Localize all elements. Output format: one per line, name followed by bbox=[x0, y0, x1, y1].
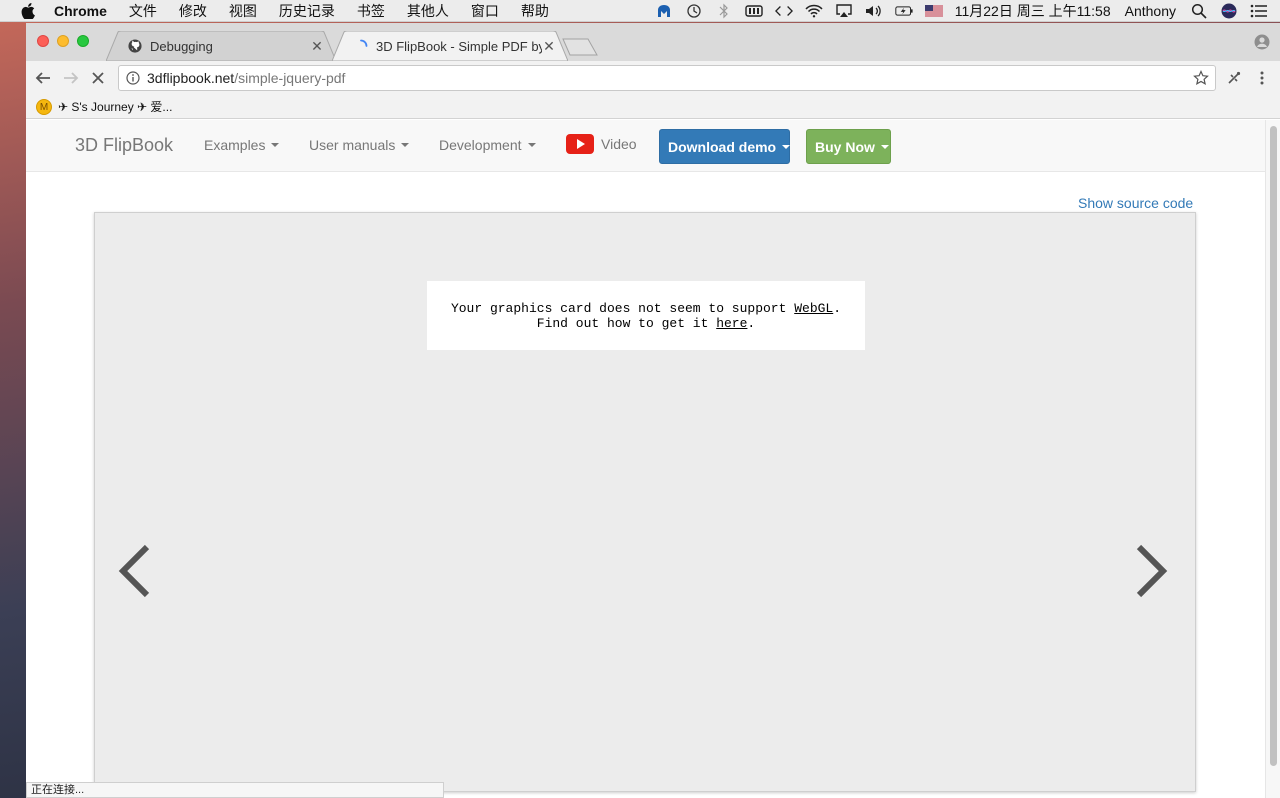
bookmarks-bar: M ✈ S's Journey ✈ 爱... bbox=[26, 95, 1280, 119]
download-demo-button[interactable]: Download demo bbox=[659, 129, 791, 164]
buy-now-label: Buy Now bbox=[815, 138, 875, 155]
site-brand[interactable]: 3D FlipBook bbox=[75, 135, 173, 156]
menubar-clock[interactable]: 11月22日 周三 上午11:58 bbox=[955, 1, 1111, 21]
extension-icon[interactable] bbox=[1225, 69, 1243, 87]
apple-icon[interactable] bbox=[21, 2, 35, 19]
wifi-icon[interactable] bbox=[805, 3, 823, 19]
menubar-user[interactable]: Anthony bbox=[1125, 3, 1176, 19]
nav-video[interactable]: Video bbox=[566, 134, 637, 154]
macos-menubar: Chrome 文件 修改 视图 历史记录 书签 其他人 窗口 帮助 11月22日… bbox=[0, 0, 1280, 22]
tab-close-button[interactable]: ✕ bbox=[310, 39, 324, 53]
webgl-message-punct: . bbox=[833, 301, 842, 316]
menu-bookmarks[interactable]: 书签 bbox=[357, 1, 385, 21]
menu-view[interactable]: 视图 bbox=[229, 1, 257, 21]
url-text[interactable]: 3dflipbook.net/simple-jquery-pdf bbox=[147, 70, 345, 86]
tab-3d-flipbook[interactable]: 3D FlipBook - Simple PDF by jQ ✕ bbox=[332, 31, 568, 61]
address-bar[interactable]: 3dflipbook.net/simple-jquery-pdf bbox=[118, 65, 1216, 91]
chrome-menu-icon[interactable] bbox=[1253, 69, 1271, 87]
loading-spinner-icon bbox=[360, 39, 368, 47]
window-minimize-button[interactable] bbox=[57, 35, 69, 47]
nav-development-label: Development bbox=[439, 137, 522, 153]
info-icon[interactable] bbox=[126, 71, 140, 85]
web-page: 3D FlipBook Examples User manuals Develo… bbox=[26, 120, 1280, 798]
url-path: /simple-jquery-pdf bbox=[234, 70, 346, 86]
flipbook-viewer[interactable]: Your graphics card does not seem to supp… bbox=[94, 212, 1196, 792]
caret-down-icon bbox=[527, 143, 536, 147]
time-machine-icon[interactable] bbox=[685, 3, 703, 19]
tab-debugging[interactable]: Debugging ✕ bbox=[106, 31, 336, 61]
show-source-code-link[interactable]: Show source code bbox=[1078, 195, 1193, 211]
forward-button[interactable] bbox=[62, 69, 80, 87]
webgl-message-line-2: Find out how to get it here. bbox=[427, 316, 865, 331]
stop-loading-button[interactable] bbox=[89, 69, 107, 87]
tab-close-button[interactable]: ✕ bbox=[542, 39, 556, 53]
menu-help[interactable]: 帮助 bbox=[521, 1, 549, 21]
nav-user-manuals[interactable]: User manuals bbox=[309, 137, 410, 153]
nav-user-manuals-label: User manuals bbox=[309, 137, 396, 153]
github-icon bbox=[128, 39, 142, 53]
us-flag-icon[interactable] bbox=[924, 3, 943, 19]
next-page-arrow-icon[interactable] bbox=[1133, 543, 1169, 599]
page-scrollbar[interactable] bbox=[1265, 120, 1280, 798]
tab-strip: Debugging ✕ 3D FlipBook - Simple PDF by … bbox=[26, 23, 1280, 61]
menu-edit[interactable]: 修改 bbox=[179, 1, 207, 21]
chrome-window: Debugging ✕ 3D FlipBook - Simple PDF by … bbox=[26, 23, 1280, 798]
scrollbar-thumb[interactable] bbox=[1270, 126, 1277, 766]
bluetooth-icon[interactable] bbox=[715, 3, 733, 19]
webgl-link[interactable]: WebGL bbox=[794, 301, 833, 316]
caret-down-icon bbox=[880, 144, 889, 149]
caret-down-icon bbox=[271, 143, 280, 147]
previous-page-arrow-icon[interactable] bbox=[117, 543, 153, 599]
new-tab-button[interactable] bbox=[562, 38, 598, 56]
siri-icon[interactable] bbox=[1220, 3, 1238, 19]
window-zoom-button[interactable] bbox=[77, 35, 89, 47]
url-host: 3dflipbook.net bbox=[147, 70, 235, 86]
tab-title: Debugging bbox=[150, 38, 213, 54]
bookmark-item[interactable]: M ✈ S's Journey ✈ 爱... bbox=[36, 98, 172, 115]
nav-examples-label: Examples bbox=[204, 137, 266, 153]
search-icon[interactable] bbox=[1190, 3, 1208, 19]
tab-title: 3D FlipBook - Simple PDF by jQ bbox=[376, 38, 542, 54]
bookmark-label: ✈ S's Journey ✈ 爱... bbox=[58, 100, 173, 114]
menubar-status-area: 11月22日 周三 上午11:58 Anthony bbox=[655, 0, 1280, 22]
bookmark-star-icon[interactable] bbox=[1193, 70, 1209, 86]
here-link[interactable]: here bbox=[716, 316, 747, 331]
site-navbar: 3D FlipBook Examples User manuals Develo… bbox=[26, 120, 1265, 172]
menu-app-name[interactable]: Chrome bbox=[54, 3, 107, 19]
notification-list-icon[interactable] bbox=[1250, 3, 1268, 19]
nav-video-label: Video bbox=[601, 136, 637, 152]
caret-down-icon bbox=[401, 143, 410, 147]
battery-icon[interactable] bbox=[895, 3, 913, 19]
back-button[interactable] bbox=[34, 69, 52, 87]
nav-development[interactable]: Development bbox=[439, 137, 536, 153]
bookmark-favicon-icon: M bbox=[36, 98, 52, 115]
nav-examples[interactable]: Examples bbox=[204, 137, 280, 153]
menu-file[interactable]: 文件 bbox=[129, 1, 157, 21]
webgl-message-punct: . bbox=[747, 316, 756, 331]
download-demo-label: Download demo bbox=[668, 138, 777, 155]
status-bubble: 正在连接... bbox=[26, 782, 444, 798]
profile-icon[interactable] bbox=[1254, 34, 1270, 50]
menu-people[interactable]: 其他人 bbox=[407, 1, 449, 21]
caret-down-icon bbox=[782, 144, 791, 149]
volume-icon[interactable] bbox=[865, 3, 883, 19]
code-icon[interactable] bbox=[774, 3, 793, 19]
buy-now-button[interactable]: Buy Now bbox=[806, 129, 891, 164]
browser-toolbar: 3dflipbook.net/simple-jquery-pdf bbox=[26, 61, 1280, 95]
youtube-icon bbox=[566, 134, 594, 154]
webgl-message-line-1: Your graphics card does not seem to supp… bbox=[427, 301, 865, 316]
webgl-error-message: Your graphics card does not seem to supp… bbox=[427, 281, 865, 350]
webgl-message-text: Your graphics card does not seem to supp… bbox=[450, 301, 795, 316]
webgl-message-text: Find out how to get it bbox=[536, 316, 717, 331]
malwarebytes-icon[interactable] bbox=[655, 3, 673, 19]
window-close-button[interactable] bbox=[37, 35, 49, 47]
airplay-icon[interactable] bbox=[835, 3, 853, 19]
menu-window[interactable]: 窗口 bbox=[471, 1, 499, 21]
menu-history[interactable]: 历史记录 bbox=[279, 1, 335, 21]
vpn-icon[interactable] bbox=[745, 3, 763, 19]
